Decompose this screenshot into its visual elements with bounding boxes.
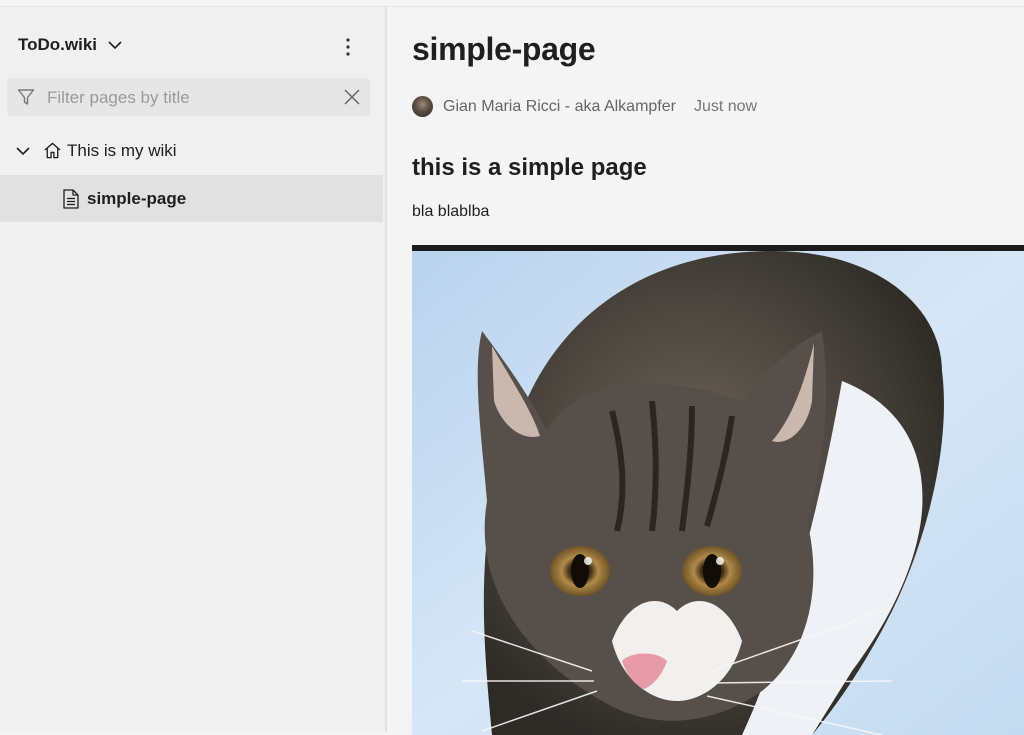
wiki-title: ToDo.wiki xyxy=(18,35,98,54)
wiki-picker[interactable]: ToDo.wiki xyxy=(18,35,123,55)
document-icon xyxy=(63,189,79,209)
tree-item-label: simple-page xyxy=(87,189,187,208)
page-title: simple-page xyxy=(412,31,596,67)
page-content: simple-page Gian Maria Ricci - aka Alkam… xyxy=(387,7,1024,735)
content-paragraph: bla blablba xyxy=(412,203,490,220)
filter-box xyxy=(7,78,370,116)
content-image xyxy=(412,245,1024,735)
tree-item-root[interactable]: This is my wiki xyxy=(0,128,383,174)
filter-icon xyxy=(17,89,35,105)
chevron-down-icon[interactable] xyxy=(15,143,31,159)
more-options-button[interactable] xyxy=(338,36,358,58)
more-vertical-icon xyxy=(346,38,350,56)
page-meta: Gian Maria Ricci - aka Alkampfer Just no… xyxy=(412,96,757,117)
chevron-down-icon xyxy=(108,41,122,50)
author-name[interactable]: Gian Maria Ricci - aka Alkampfer xyxy=(443,98,676,116)
avatar[interactable] xyxy=(412,96,433,117)
clear-icon[interactable] xyxy=(343,88,361,106)
home-icon xyxy=(44,142,61,159)
filter-input[interactable] xyxy=(45,84,339,112)
timestamp: Just now xyxy=(693,97,758,115)
tree-item-label: This is my wiki xyxy=(67,141,177,160)
content-heading: this is a simple page xyxy=(412,154,647,181)
tree-item-simple-page[interactable]: simple-page xyxy=(0,175,383,222)
cat-photo xyxy=(412,251,1024,735)
